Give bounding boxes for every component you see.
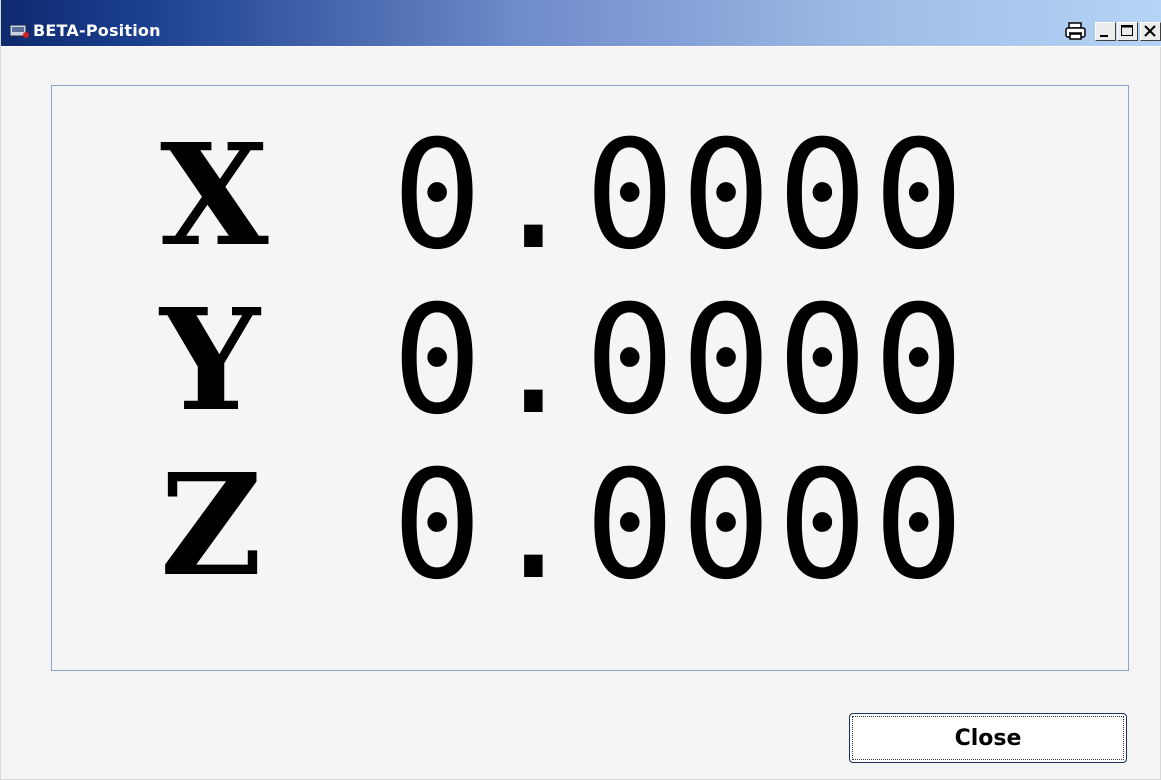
printer-icon[interactable] — [1065, 22, 1087, 40]
axis-label-z: Z — [160, 444, 263, 608]
position-display-panel: X 0.0000 Y 0.0000 Z 0.0000 — [51, 85, 1129, 671]
window-title: BETA-Position — [33, 21, 161, 40]
close-button-label: Close — [852, 716, 1124, 760]
app-icon — [9, 23, 30, 38]
close-button[interactable]: Close — [849, 713, 1127, 763]
title-bar[interactable]: BETA-Position — [1, 0, 1161, 47]
close-window-button[interactable] — [1140, 22, 1161, 41]
axis-label-x: X — [160, 114, 269, 278]
axis-value-y: 0.0000 — [392, 274, 970, 448]
axis-row-z: Z 0.0000 — [52, 451, 1128, 601]
axis-row-y: Y 0.0000 — [52, 286, 1128, 436]
maximize-button[interactable] — [1117, 22, 1138, 41]
axis-label-y: Y — [160, 279, 260, 443]
minimize-button[interactable] — [1095, 22, 1116, 41]
axis-value-x: 0.0000 — [392, 109, 970, 283]
axis-row-x: X 0.0000 — [52, 121, 1128, 271]
axis-value-z: 0.0000 — [392, 439, 970, 613]
position-window: BETA-Position X 0.0000 Y 0.0000 Z 0.0000… — [0, 0, 1161, 780]
